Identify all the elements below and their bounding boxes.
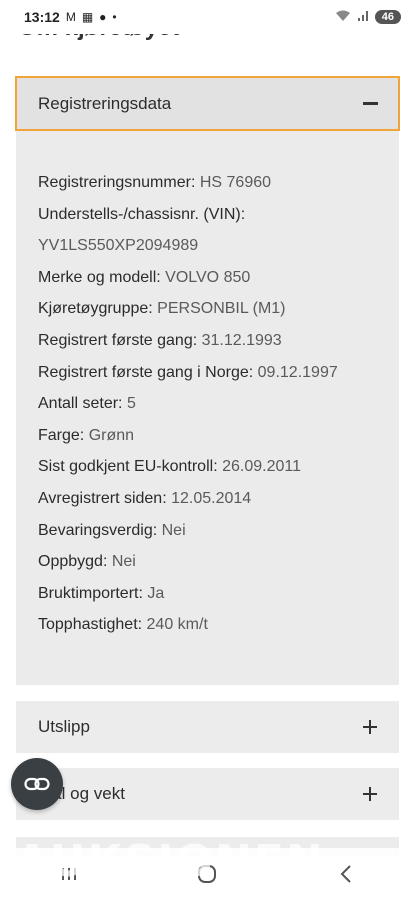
status-bar: 13:12 M ▦ ● • 46 <box>0 0 415 34</box>
gmail-notification-icon: M <box>65 10 76 24</box>
registreringsdata-accordion-header[interactable]: Registreringsdata <box>15 76 400 131</box>
row-value: YV1LS550XP2094989 <box>38 237 199 255</box>
row-label: Oppbygd: <box>38 553 108 571</box>
row-label: Bruktimportert: <box>38 584 143 602</box>
chat-button[interactable] <box>11 758 63 810</box>
row-value: Nei <box>111 553 136 571</box>
status-time: 13:12 <box>24 9 60 25</box>
row-label: Understells-/chassisnr. (VIN): <box>38 205 246 223</box>
plus-icon[interactable] <box>363 720 377 734</box>
status-left: 13:12 M ▦ ● • <box>24 9 117 25</box>
calendar-notification-icon: ▦ <box>81 10 94 24</box>
row-label: Topphastighet: <box>38 616 143 634</box>
row-value: Nei <box>161 521 186 539</box>
registreringsdata-panel: Registreringsnummer: HS 76960 Understells… <box>16 131 399 685</box>
row-label: Antall seter: <box>38 395 123 413</box>
row-label: Sist godkjent EU-kontroll: <box>38 458 218 476</box>
accordion-title: Utslipp <box>38 717 90 736</box>
row-label: Avregistrert siden: <box>38 489 167 507</box>
registration-data-row: Registrert første gang: 31.12.1993 <box>38 325 338 357</box>
battery-indicator: 46 <box>374 10 401 24</box>
row-value: 12.05.2014 <box>171 489 252 507</box>
row-value: 26.09.2011 <box>222 458 301 476</box>
utslipp-accordion[interactable]: Utslipp <box>16 701 399 753</box>
registration-data-row: Merke og modell: VOLVO 850 <box>38 262 338 294</box>
registration-data-row: Registrert første gang i Norge: 09.12.19… <box>38 357 338 389</box>
row-label: Registrert første gang i Norge: <box>38 363 254 381</box>
row-value: HS 76960 <box>199 174 272 191</box>
row-value: Ja <box>147 584 165 602</box>
more-notifications-dot-icon: • <box>112 10 117 24</box>
row-label: Farge: <box>38 426 85 444</box>
registration-data-row: Oppbygd: Nei <box>38 546 338 578</box>
registration-data-row: Registreringsnummer: HS 76960 <box>38 167 338 199</box>
accordion-title: Registreringsdata <box>38 93 172 113</box>
row-label: Kjøretøygruppe: <box>38 300 153 318</box>
row-value: VOLVO 850 <box>165 268 251 286</box>
registration-data-row: Understells-/chassisnr. (VIN): <box>38 199 338 231</box>
registration-data-row: Sist godkjent EU-kontroll: 26.09.2011 <box>38 451 338 483</box>
back-icon <box>340 865 351 883</box>
registration-data-row: Kjøretøygruppe: PERSONBIL (M1) <box>38 293 338 325</box>
minus-icon[interactable] <box>363 102 378 105</box>
row-label: Registreringsnummer: <box>38 174 196 191</box>
wifi-icon <box>335 10 351 25</box>
signal-icon <box>357 10 369 25</box>
row-value: 5 <box>126 395 136 413</box>
status-right: 46 <box>335 10 401 25</box>
app-notification-icon: ● <box>99 10 107 24</box>
registration-data-row: Topphastighet: 240 km/t <box>38 609 338 641</box>
link-icon <box>24 777 50 791</box>
registration-data-row: Farge: Grønn <box>38 420 338 452</box>
registration-data-row: Bruktimportert: Ja <box>38 578 338 610</box>
registration-data-row: Avregistrert siden: 12.05.2014 <box>38 483 338 515</box>
row-label: Bevaringsverdig: <box>38 521 158 539</box>
plus-icon[interactable] <box>363 787 377 801</box>
watermark-logo: AUKSJONEN <box>15 836 325 887</box>
registration-data-row: Antall seter: 5 <box>38 388 338 420</box>
row-value: 31.12.1993 <box>201 331 282 349</box>
row-value: PERSONBIL (M1) <box>157 300 286 318</box>
row-label: Merke og modell: <box>38 268 161 286</box>
row-label: Registrert første gang: <box>38 331 198 349</box>
row-value: 09.12.1997 <box>257 363 338 381</box>
back-button[interactable] <box>326 854 366 894</box>
row-value: 240 km/t <box>146 616 208 634</box>
registration-data-row: Bevaringsverdig: Nei <box>38 515 338 547</box>
mal-og-vekt-accordion[interactable]: Mål og vekt <box>16 768 399 820</box>
registration-data-list: Registreringsnummer: HS 76960 Understells… <box>38 167 338 641</box>
registration-data-row: YV1LS550XP2094989 <box>38 230 338 262</box>
row-value: Grønn <box>88 426 135 444</box>
